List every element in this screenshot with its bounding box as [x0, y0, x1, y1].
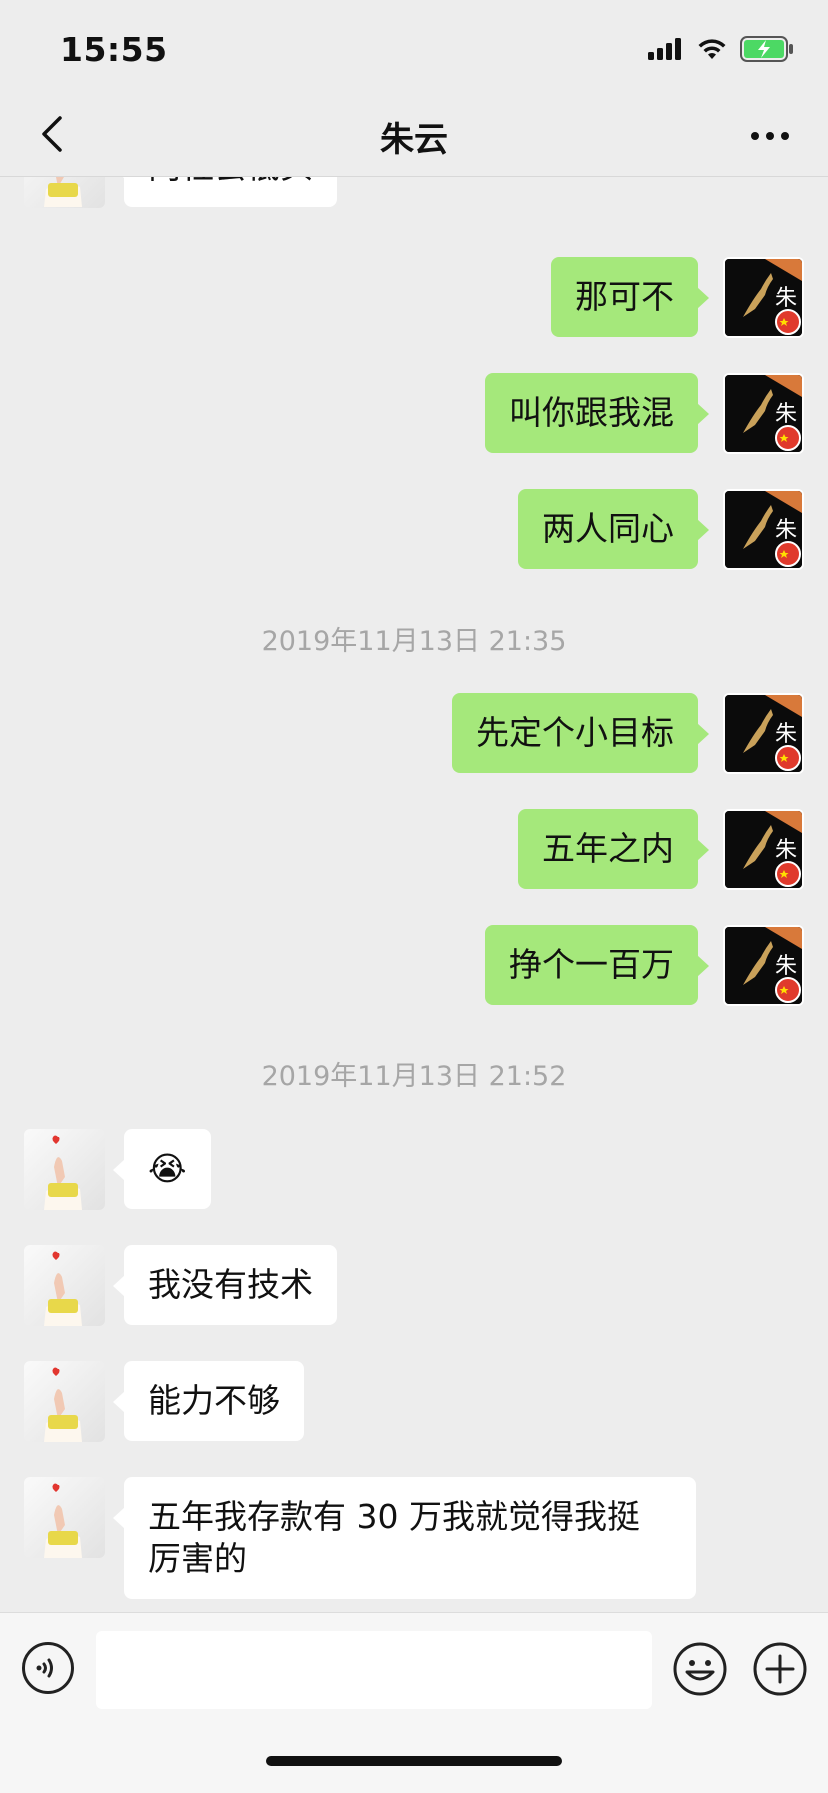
home-indicator[interactable] — [266, 1756, 562, 1766]
status-time: 15:55 — [60, 30, 168, 69]
message-bubble[interactable]: 先定个小目标 — [452, 693, 709, 773]
svg-text:朱: 朱 — [775, 722, 797, 747]
contact-avatar[interactable] — [24, 1129, 105, 1210]
message-received: 😭 — [0, 1129, 828, 1211]
self-avatar[interactable]: 朱 — [723, 925, 804, 1006]
jordan-logo-avatar-icon: 朱 — [725, 927, 802, 1004]
self-avatar[interactable]: 朱 — [723, 693, 804, 774]
self-avatar[interactable]: 朱 — [723, 373, 804, 454]
message-bubble[interactable]: 向社会低头 — [113, 177, 337, 207]
self-avatar[interactable]: 朱 — [723, 489, 804, 570]
message-sent: 两人同心 朱 — [0, 489, 828, 571]
svg-text:朱: 朱 — [775, 838, 797, 863]
jordan-logo-avatar-icon: 朱 — [725, 375, 802, 452]
message-received: 能力不够 — [0, 1361, 828, 1443]
status-bar: 15:55 — [0, 0, 828, 94]
message-bubble[interactable]: 叫你跟我混 — [485, 373, 709, 453]
svg-text:朱: 朱 — [775, 518, 797, 543]
jordan-logo-avatar-icon: 朱 — [725, 695, 802, 772]
more-options-icon[interactable] — [750, 130, 790, 142]
finger-heart-hand-icon — [44, 1251, 82, 1326]
emoji-icon[interactable] — [672, 1641, 728, 1697]
message-sent: 挣个一百万 朱 — [0, 925, 828, 1007]
message-sent: 那可不 朱 — [0, 257, 828, 339]
status-icons — [648, 34, 794, 64]
wifi-icon — [698, 39, 726, 59]
message-sent: 先定个小目标 朱 — [0, 693, 828, 775]
signal-icon — [648, 38, 681, 60]
message-bubble[interactable]: 挣个一百万 — [485, 925, 709, 1005]
message-bubble[interactable]: 五年我存款有 30 万我就觉得我挺 厉害的 — [113, 1477, 696, 1599]
message-timestamp: 2019年11月13日 21:52 — [261, 1061, 567, 1092]
jordan-logo-avatar-icon: 朱 — [725, 491, 802, 568]
voice-input-icon[interactable] — [21, 1641, 75, 1695]
contact-avatar[interactable] — [24, 1477, 105, 1558]
svg-text:朱: 朱 — [775, 402, 797, 427]
svg-text:朱: 朱 — [775, 286, 797, 311]
jordan-logo-avatar-icon: 朱 — [725, 259, 802, 336]
contact-avatar[interactable] — [24, 177, 105, 208]
message-sent: 五年之内 朱 — [0, 809, 828, 891]
message-bubble[interactable]: 能力不够 — [113, 1361, 304, 1441]
battery-charging-icon — [740, 36, 793, 62]
finger-heart-hand-icon — [44, 1483, 82, 1558]
contact-avatar[interactable] — [24, 1245, 105, 1326]
self-avatar[interactable]: 朱 — [723, 809, 804, 890]
message-received: 我没有技术 — [0, 1245, 828, 1327]
message-received: 向社会低头 — [0, 177, 828, 217]
self-avatar[interactable]: 朱 — [723, 257, 804, 338]
message-bubble[interactable]: 😭 — [113, 1129, 211, 1209]
add-more-icon[interactable] — [752, 1641, 808, 1697]
chat-header: 朱云 — [0, 94, 828, 177]
message-bubble[interactable]: 我没有技术 — [113, 1245, 337, 1325]
finger-heart-hand-icon — [44, 1367, 82, 1442]
message-bubble[interactable]: 五年之内 — [518, 809, 709, 889]
message-input[interactable] — [96, 1631, 652, 1709]
message-bubble[interactable]: 那可不 — [551, 257, 709, 337]
message-sent: 叫你跟我混 朱 — [0, 373, 828, 455]
jordan-logo-avatar-icon: 朱 — [725, 811, 802, 888]
svg-text:朱: 朱 — [775, 954, 797, 979]
message-received: 五年我存款有 30 万我就觉得我挺 厉害的 — [0, 1477, 828, 1607]
finger-heart-hand-icon — [44, 177, 82, 207]
message-list[interactable]: 向社会低头 那可不 朱 叫你跟我混 朱 — [0, 177, 828, 1612]
message-timestamp: 2019年11月13日 21:35 — [261, 626, 567, 657]
finger-heart-hand-icon — [44, 1135, 82, 1210]
message-bubble[interactable]: 两人同心 — [518, 489, 709, 569]
contact-avatar[interactable] — [24, 1361, 105, 1442]
chat-title: 朱云 — [380, 120, 448, 160]
